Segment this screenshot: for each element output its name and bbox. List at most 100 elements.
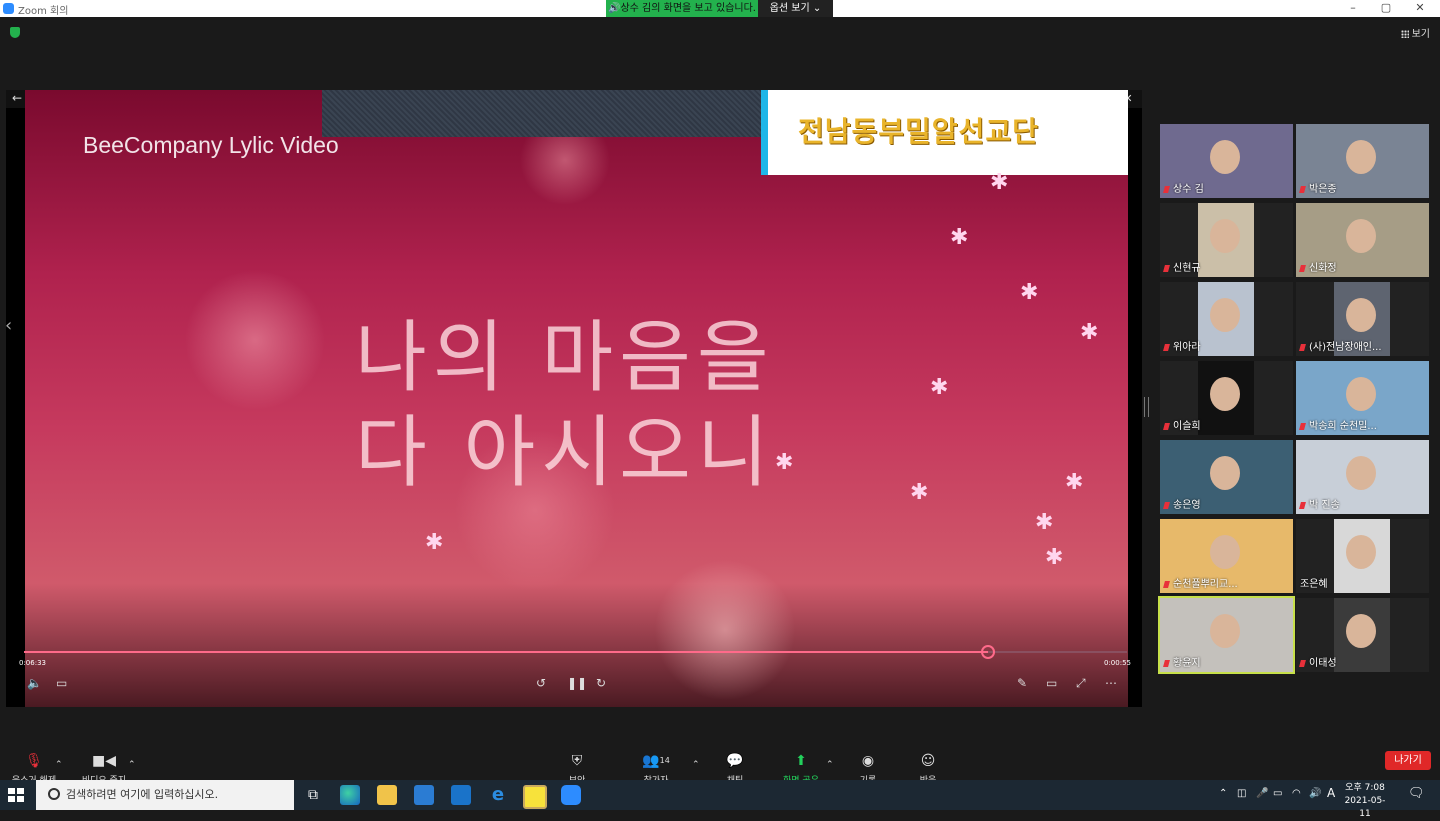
- sparkle-icon: ✱: [1020, 280, 1039, 305]
- participant-tile[interactable]: 이태성: [1296, 598, 1429, 672]
- battery-icon[interactable]: ▭: [1273, 788, 1282, 799]
- participant-video: [1198, 282, 1254, 356]
- participant-video: [1334, 519, 1390, 593]
- participant-name-text: 이슬희: [1173, 421, 1201, 432]
- zoom-app-icon: [3, 3, 14, 14]
- participant-video: [1198, 203, 1254, 277]
- sparkle-icon: ✱: [425, 530, 444, 555]
- participant-tile[interactable]: 박은종: [1296, 124, 1429, 198]
- title-bar: Zoom 회의 🔊상수 김의 화면을 보고 있습니다. 옵션 보기 ⌄ – ▢ …: [0, 0, 1440, 17]
- pause-icon[interactable]: ❚❚: [567, 676, 587, 690]
- participant-name: 이슬희: [1163, 417, 1201, 432]
- gallery-view-button[interactable]: 보기: [1400, 25, 1430, 40]
- taskbar-clock[interactable]: 오후 7:08 2021-05-11: [1340, 782, 1390, 821]
- sparkle-icon: ✱: [1035, 510, 1054, 535]
- shared-screen[interactable]: ← – ▫ ✕ 전남동부밀알선교단 BeeCompany Lylic Video…: [6, 90, 1142, 707]
- participant-name: 송은영: [1163, 496, 1201, 511]
- participant-name: (사)전남장애인...: [1299, 338, 1382, 353]
- participant-name: 박송희 순천밀...: [1299, 417, 1377, 432]
- clock-date: 2021-05-11: [1344, 796, 1386, 819]
- forward-30-icon[interactable]: ↻: [596, 676, 606, 690]
- mail-icon[interactable]: [451, 785, 471, 805]
- back-arrow-icon[interactable]: ←: [12, 91, 22, 105]
- kakaotalk-icon[interactable]: [523, 785, 547, 809]
- participant-name: 조은혜: [1300, 575, 1328, 590]
- volume-icon[interactable]: 🔈: [27, 676, 42, 690]
- edge-browser-icon[interactable]: [340, 785, 360, 805]
- video-frame[interactable]: 전남동부밀알선교단 BeeCompany Lylic Video 나의 마음을 …: [25, 90, 1128, 707]
- video-seek-bar[interactable]: [24, 645, 1127, 659]
- participant-face: [1210, 298, 1240, 332]
- ime-indicator[interactable]: A: [1327, 786, 1335, 800]
- ministry-banner: 전남동부밀알선교단: [761, 90, 1128, 175]
- participant-tile[interactable]: (사)전남장애인...: [1296, 282, 1429, 356]
- panel-resize-handle[interactable]: [1144, 397, 1149, 417]
- participant-tile[interactable]: 신현규: [1160, 203, 1293, 277]
- participant-tile[interactable]: 신화정: [1296, 203, 1429, 277]
- participant-face: [1346, 377, 1376, 411]
- video-camera-icon: ■◀: [92, 753, 116, 769]
- chevron-left-icon[interactable]: ‹: [5, 315, 12, 336]
- participant-tile[interactable]: 송은영: [1160, 440, 1293, 514]
- taskbar-search-box[interactable]: 검색하려면 여기에 입력하십시오.: [36, 780, 294, 810]
- audio-options-caret-icon[interactable]: ⌃: [55, 760, 63, 770]
- leave-meeting-button[interactable]: 나가기: [1385, 751, 1431, 770]
- participant-tile[interactable]: 순천풀뿌리교...: [1160, 519, 1293, 593]
- edit-pen-icon[interactable]: ✎: [1017, 676, 1027, 690]
- tray-mic-icon[interactable]: 🎤: [1256, 788, 1268, 799]
- screen-share-banner: 🔊상수 김의 화면을 보고 있습니다.: [606, 0, 758, 17]
- internet-explorer-icon[interactable]: e: [488, 785, 508, 805]
- participant-face: [1210, 140, 1240, 174]
- participants-count: 14: [659, 756, 670, 765]
- participants-icon: 👥14: [642, 753, 670, 769]
- participant-tile[interactable]: 이슬희: [1160, 361, 1293, 435]
- file-explorer-icon[interactable]: [377, 785, 397, 805]
- more-options-icon[interactable]: ⋯: [1105, 676, 1117, 690]
- speaker-icon[interactable]: 🔊: [1309, 788, 1321, 799]
- wifi-icon[interactable]: ◠: [1292, 788, 1301, 799]
- participant-name-text: 상수 김: [1173, 184, 1204, 195]
- view-options-button[interactable]: 옵션 보기 ⌄: [758, 0, 833, 17]
- sparkle-icon: ✱: [910, 480, 929, 505]
- participant-face: [1346, 140, 1376, 174]
- restore-icon[interactable]: ▢: [1371, 0, 1401, 17]
- tray-device-icon[interactable]: ◫: [1237, 788, 1246, 799]
- share-options-caret-icon[interactable]: ⌃: [826, 760, 834, 770]
- participant-tile[interactable]: 상수 김: [1160, 124, 1293, 198]
- participant-name-text: 박은종: [1309, 184, 1337, 195]
- muted-mic-icon: [1299, 185, 1306, 193]
- tray-chevron-up-icon[interactable]: ⌃: [1219, 788, 1227, 799]
- participant-name: 황윤지: [1163, 654, 1201, 669]
- participant-tile[interactable]: 황윤지: [1158, 596, 1295, 674]
- participant-tile[interactable]: 박송희 순천밀...: [1296, 361, 1429, 435]
- smiley-plus-icon: ☺: [920, 753, 936, 769]
- subtitles-icon[interactable]: ▭: [56, 676, 67, 690]
- meeting-area: 보기 ← – ▫ ✕ 전남동부밀알선교단 BeeCompany Lylic Vi…: [0, 17, 1440, 797]
- gallery-view-label: 보기: [1411, 29, 1430, 40]
- participant-name-text: 위아라: [1173, 342, 1201, 353]
- video-options-caret-icon[interactable]: ⌃: [128, 760, 136, 770]
- participant-tile[interactable]: 위아라: [1160, 282, 1293, 356]
- participant-tile[interactable]: 조은혜: [1296, 519, 1429, 593]
- participant-tile[interactable]: 박 진송: [1296, 440, 1429, 514]
- notification-center-icon[interactable]: 🗨: [1408, 786, 1425, 801]
- participant-name: 신화정: [1299, 259, 1337, 274]
- task-view-icon[interactable]: ⧉: [303, 785, 323, 805]
- participants-caret-icon[interactable]: ⌃: [692, 760, 700, 770]
- participant-name-text: 이태성: [1309, 658, 1337, 669]
- zoom-taskbar-icon[interactable]: [561, 785, 581, 805]
- mini-view-icon[interactable]: ▭: [1046, 676, 1057, 690]
- search-placeholder: 검색하려면 여기에 입력하십시오.: [66, 788, 219, 801]
- fullscreen-icon[interactable]: ⤢: [1076, 676, 1086, 691]
- windows-start-icon[interactable]: [8, 788, 24, 802]
- participant-name: 신현규: [1163, 259, 1201, 274]
- participant-name: 박은종: [1299, 180, 1337, 195]
- encryption-shield-icon[interactable]: [10, 27, 20, 38]
- seek-handle[interactable]: [981, 645, 996, 659]
- close-icon[interactable]: ✕: [1405, 0, 1435, 17]
- minimize-icon[interactable]: –: [1338, 0, 1368, 17]
- participant-name-text: 신화정: [1309, 263, 1337, 274]
- rewind-10-icon[interactable]: ↺: [536, 676, 546, 690]
- microsoft-store-icon[interactable]: [414, 785, 434, 805]
- time-remaining: 0:00:55: [1104, 659, 1131, 667]
